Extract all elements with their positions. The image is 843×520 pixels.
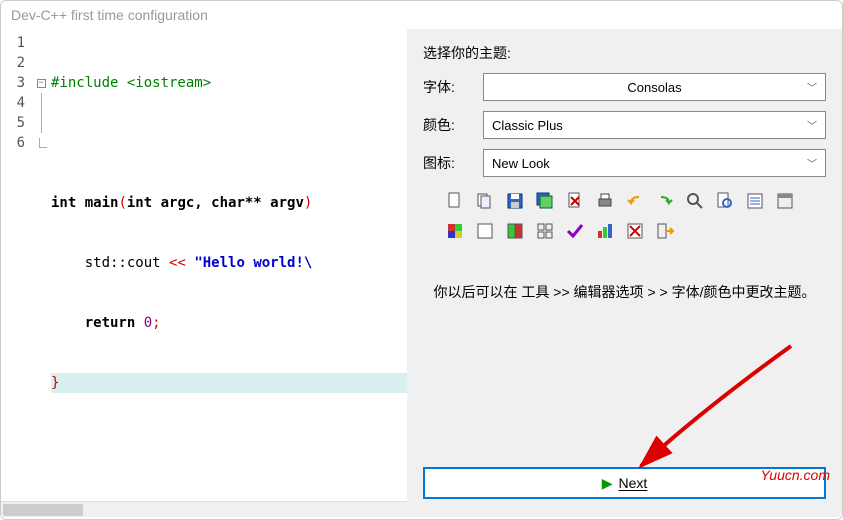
colors-2-icon xyxy=(503,219,527,243)
save-all-icon xyxy=(533,189,557,213)
fold-column: − xyxy=(31,29,51,501)
undo-icon xyxy=(623,189,647,213)
search-icon xyxy=(683,189,707,213)
chevron-down-icon: ﹀ xyxy=(807,156,817,171)
search-doc-icon xyxy=(713,189,737,213)
new-many-icon xyxy=(473,189,497,213)
check-icon xyxy=(563,219,587,243)
chevron-down-icon: ﹀ xyxy=(807,118,817,133)
list-icon xyxy=(743,189,767,213)
hint-text: 你以后可以在 工具 >> 编辑器选项 > > 字体/颜色中更改主题。 xyxy=(423,281,826,303)
grid-colors-icon xyxy=(443,219,467,243)
fold-toggle-icon[interactable]: − xyxy=(37,79,46,88)
theme-panel: 选择你的主题: 字体: Consolas ﹀ 颜色: Classic Plus … xyxy=(407,29,842,517)
props-icon xyxy=(773,189,797,213)
play-icon: ▶ xyxy=(602,475,613,492)
print-icon xyxy=(593,189,617,213)
font-label: 字体: xyxy=(423,77,483,97)
line-gutter: 1 2 3 4 5 6 xyxy=(1,29,31,501)
exit-icon xyxy=(653,219,677,243)
delete-icon xyxy=(623,219,647,243)
code-editor: 1 2 3 4 5 6 − #include <iostream> int ma… xyxy=(1,29,407,517)
redo-icon xyxy=(653,189,677,213)
watermark: Yuucn.com xyxy=(760,467,830,483)
color-label: 颜色: xyxy=(423,115,483,135)
window-title: Dev-C++ first time configuration xyxy=(1,1,842,29)
close-file-icon xyxy=(563,189,587,213)
font-combobox[interactable]: Consolas ﹀ xyxy=(483,73,826,101)
icon-preview-grid xyxy=(443,189,823,243)
horizontal-scrollbar[interactable] xyxy=(1,501,407,517)
chart-icon xyxy=(593,219,617,243)
code-area[interactable]: #include <iostream> int main(int argc, c… xyxy=(51,29,407,501)
theme-group-label: 选择你的主题: xyxy=(423,43,826,63)
icon-label: 图标: xyxy=(423,153,483,173)
chevron-down-icon: ﹀ xyxy=(807,80,817,95)
window-icon xyxy=(473,219,497,243)
new-file-icon xyxy=(443,189,467,213)
color-combobox[interactable]: Classic Plus ﹀ xyxy=(483,111,826,139)
icon-combobox[interactable]: New Look ﹀ xyxy=(483,149,826,177)
grid-4-icon xyxy=(533,219,557,243)
save-icon xyxy=(503,189,527,213)
